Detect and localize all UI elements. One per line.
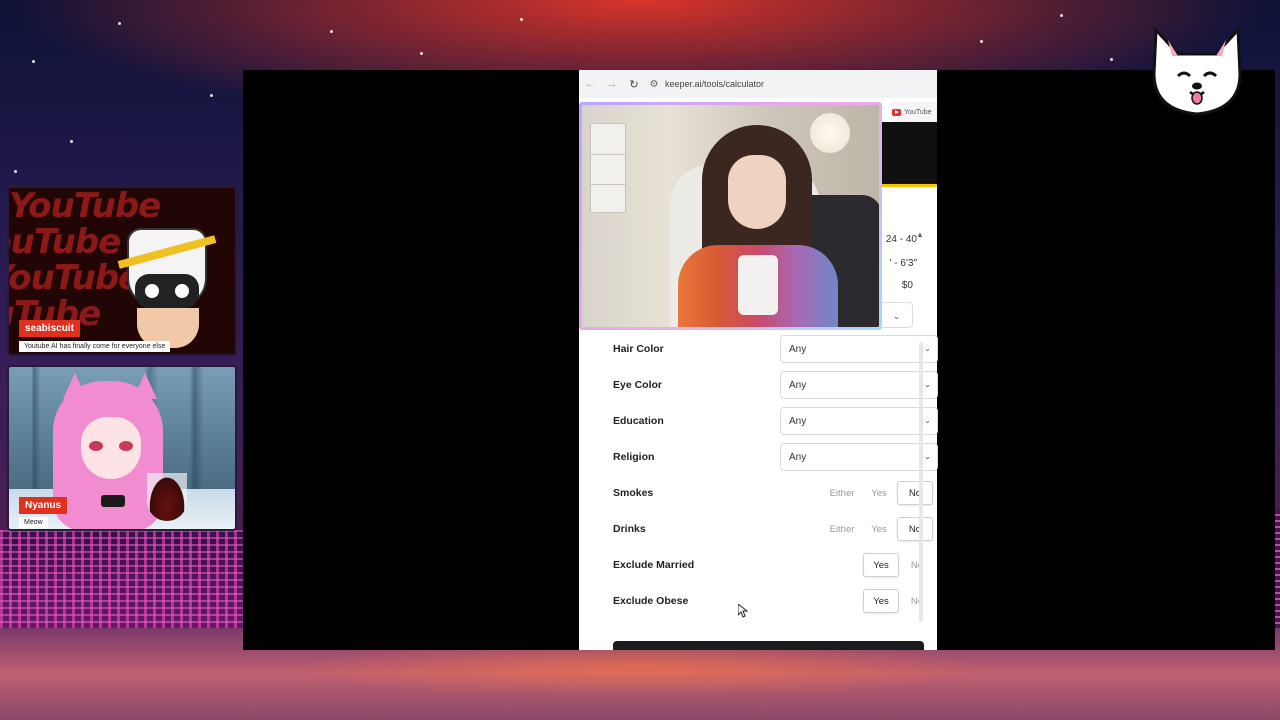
field-religion: Religion Any ⌄ xyxy=(613,442,938,472)
chat-username: Nyanus xyxy=(19,497,68,514)
dog-mascot-icon xyxy=(1148,26,1246,118)
exclude-obese-no-button[interactable]: No xyxy=(899,589,935,613)
chat-panel-nyanus: Nyanus Meow xyxy=(7,365,237,531)
eye-color-select[interactable]: Any ⌄ xyxy=(780,371,938,399)
field-eye-color: Eye Color Any ⌄ xyxy=(613,370,938,400)
chat-username: seabiscuit xyxy=(19,320,80,337)
field-label: Exclude Obese xyxy=(613,595,689,607)
field-label: Drinks xyxy=(613,523,646,535)
field-label: Hair Color xyxy=(613,343,664,355)
drinks-yes-button[interactable]: Yes xyxy=(861,517,897,541)
age-range-value: 24 - 40 xyxy=(885,234,917,245)
income-min-value: $0 xyxy=(901,280,913,291)
exclude-married-no-button[interactable]: No xyxy=(899,553,935,577)
exclude-obese-yes-button[interactable]: Yes xyxy=(863,589,899,613)
field-smokes: Smokes Either Yes No xyxy=(613,478,933,508)
smokes-either-button[interactable]: Either xyxy=(823,481,861,505)
url-text[interactable]: keeper.ai/tools/calculator xyxy=(665,79,764,89)
chevron-down-icon: ⌄ xyxy=(892,311,901,321)
reload-icon[interactable]: ↻ xyxy=(623,78,645,91)
calculate-button[interactable] xyxy=(613,641,924,650)
drinks-either-button[interactable]: Either xyxy=(823,517,861,541)
field-label: Education xyxy=(613,415,664,427)
wine-glass-icon xyxy=(147,473,187,521)
youtube-preview xyxy=(882,122,937,187)
field-label: Smokes xyxy=(613,487,654,499)
select-value: Any xyxy=(789,451,807,463)
chevron-down-icon: ⌄ xyxy=(924,344,931,353)
select-value: Any xyxy=(789,343,807,355)
field-exclude-married: Exclude Married Yes No xyxy=(613,550,923,580)
smokes-no-button[interactable]: No xyxy=(897,481,933,505)
address-bar: ← → ↻ ⚙ keeper.ai/tools/calculator xyxy=(579,70,937,98)
preferences-form: Hair Color Any ⌄ Eye Color Any ⌄ Educati… xyxy=(587,330,938,650)
field-label: Religion xyxy=(613,451,655,463)
youtube-tab[interactable]: YouTube xyxy=(891,102,937,122)
chevron-down-icon: ⌄ xyxy=(924,380,931,389)
form-scrollbar[interactable] xyxy=(919,342,923,622)
exclude-married-yes-button[interactable]: Yes xyxy=(863,553,899,577)
field-hair-color: Hair Color Any ⌄ xyxy=(613,334,938,364)
field-exclude-obese: Exclude Obese Yes No xyxy=(613,586,923,616)
exclude-obese-toggle: Yes No xyxy=(863,587,935,615)
smokes-yes-button[interactable]: Yes xyxy=(861,481,897,505)
chat-panel-seabiscuit: YouTube YouTube YouTube YouTube seabiscu… xyxy=(7,186,237,356)
field-label: Eye Color xyxy=(613,379,663,391)
chevron-down-icon: ⌄ xyxy=(924,416,931,425)
partial-select[interactable]: ⌄ xyxy=(881,302,913,328)
chevron-down-icon: ⌄ xyxy=(924,452,931,461)
youtube-tab-label: YouTube xyxy=(904,108,932,116)
site-settings-icon[interactable]: ⚙ xyxy=(645,79,663,90)
drinks-no-button[interactable]: No xyxy=(897,517,933,541)
forward-icon[interactable]: → xyxy=(601,78,623,90)
field-drinks: Drinks Either Yes No xyxy=(613,514,933,544)
streamer-webcam xyxy=(579,102,882,330)
religion-select[interactable]: Any ⌄ xyxy=(780,443,938,471)
exclude-married-toggle: Yes No xyxy=(863,551,935,579)
chat-message: Youtube AI has finally come for everyone… xyxy=(19,341,171,352)
drinks-toggle: Either Yes No xyxy=(823,515,933,543)
select-value: Any xyxy=(789,415,807,427)
select-value: Any xyxy=(789,379,807,391)
height-range-value: ' - 6'3" xyxy=(889,258,917,269)
neon-city-left xyxy=(0,530,245,630)
field-label: Exclude Married xyxy=(613,559,695,571)
hair-color-select[interactable]: Any ⌄ xyxy=(780,335,938,363)
scroll-up-icon[interactable]: ▲ xyxy=(916,230,924,239)
smokes-toggle: Either Yes No xyxy=(823,479,933,507)
back-icon[interactable]: ← xyxy=(579,78,601,90)
chat-message: Meow xyxy=(19,517,48,528)
field-education: Education Any ⌄ xyxy=(613,406,938,436)
robot-avatar xyxy=(117,218,217,354)
education-select[interactable]: Any ⌄ xyxy=(780,407,938,435)
youtube-icon xyxy=(892,108,901,116)
